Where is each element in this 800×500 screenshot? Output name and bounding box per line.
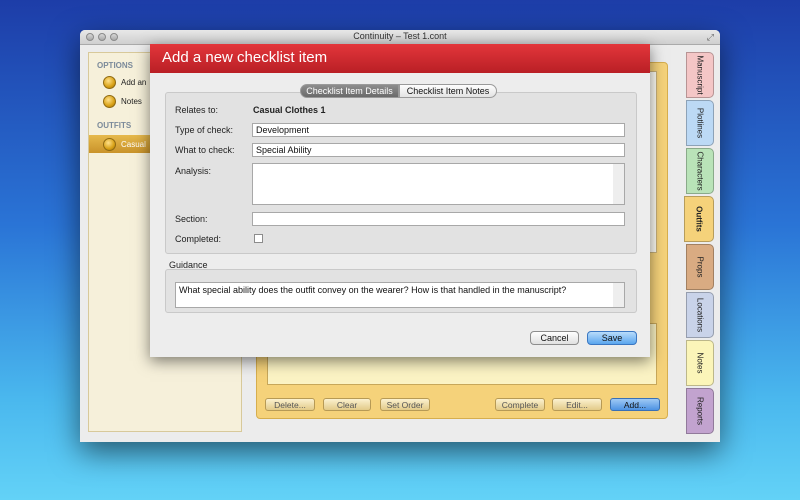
set-order-button[interactable]: Set Order — [380, 398, 430, 411]
coin-icon — [103, 76, 116, 89]
relates-to-label: Relates to: — [175, 105, 219, 115]
tab-locations[interactable]: Locations — [686, 292, 714, 338]
guidance-text: What special ability does the outfit con… — [175, 282, 625, 308]
tab-outfits[interactable]: Outfits — [684, 196, 714, 242]
section-label: Section: — [175, 214, 208, 224]
tab-label: Reports — [695, 396, 705, 426]
type-of-check-field[interactable]: Development — [252, 123, 625, 137]
fullscreen-icon[interactable]: ⤢ — [707, 32, 714, 43]
sidebar-item-label: Add an — [121, 78, 147, 87]
completed-label: Completed: — [175, 234, 222, 244]
tab-plotlines[interactable]: Plotlines — [686, 100, 714, 146]
tab-checklist-item-details[interactable]: Checklist Item Details — [300, 84, 399, 98]
analysis-textarea[interactable] — [252, 163, 625, 205]
tab-label: Props — [695, 256, 705, 278]
outfits-header: OUTFITS — [97, 121, 132, 130]
coin-icon — [103, 138, 116, 151]
section-field[interactable] — [252, 212, 625, 226]
tab-props[interactable]: Props — [686, 244, 714, 290]
title-bar: Continuity – Test 1.cont ⤢ — [80, 30, 720, 45]
tab-label: Plotlines — [695, 107, 705, 139]
tab-label: Manuscript — [695, 55, 705, 95]
tab-label: Characters — [695, 151, 705, 191]
tab-reports[interactable]: Reports — [686, 388, 714, 434]
edit-button[interactable]: Edit... — [552, 398, 602, 411]
add-button[interactable]: Add... — [610, 398, 660, 411]
sidebar-item-label: Notes — [121, 97, 142, 106]
coin-icon — [103, 95, 116, 108]
type-of-check-label: Type of check: — [175, 125, 234, 135]
dialog-header: Add a new checklist item — [150, 44, 650, 73]
relates-to-value: Casual Clothes 1 — [253, 105, 326, 115]
tab-label: Notes — [695, 352, 705, 374]
cancel-button[interactable]: Cancel — [530, 331, 579, 345]
dialog-title: Add a new checklist item — [162, 49, 328, 66]
what-to-check-field[interactable]: Special Ability — [252, 143, 625, 157]
what-to-check-label: What to check: — [175, 145, 235, 155]
tab-manuscript[interactable]: Manuscript — [686, 52, 714, 98]
sidebar-item-label: Casual — [121, 140, 146, 149]
clear-button[interactable]: Clear — [323, 398, 371, 411]
tab-label: Locations — [695, 297, 705, 333]
tab-label: Outfits — [694, 206, 704, 232]
completed-checkbox[interactable] — [254, 234, 263, 243]
complete-button[interactable]: Complete — [495, 398, 545, 411]
save-button[interactable]: Save — [587, 331, 637, 345]
options-header: OPTIONS — [97, 61, 134, 70]
tab-checklist-item-notes[interactable]: Checklist Item Notes — [399, 84, 497, 98]
tab-characters[interactable]: Characters — [686, 148, 714, 194]
add-checklist-item-dialog: Add a new checklist item Checklist Item … — [150, 44, 650, 357]
window-title: Continuity – Test 1.cont — [353, 31, 447, 41]
tab-notes[interactable]: Notes — [686, 340, 714, 386]
analysis-label: Analysis: — [175, 166, 212, 176]
delete-button[interactable]: Delete... — [265, 398, 315, 411]
